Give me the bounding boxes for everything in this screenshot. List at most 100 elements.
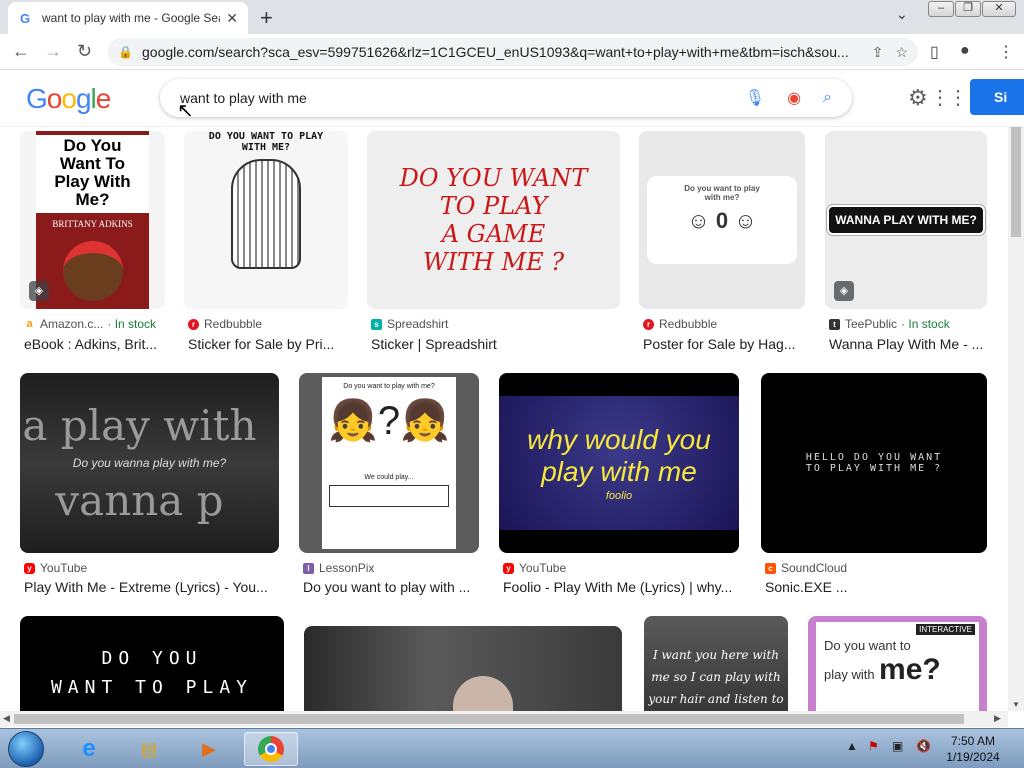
search-box[interactable]: 🎙 ◉ ⌕: [160, 79, 852, 117]
thumb-text: We could play...: [364, 474, 414, 481]
thumb-text: your hair and listen to: [648, 692, 784, 706]
thumb-text: TO PLAY WITH ME ?: [805, 463, 943, 474]
horizontal-scroll-thumb[interactable]: [14, 714, 964, 724]
side-panel-icon[interactable]: ▯: [930, 42, 939, 62]
search-input[interactable]: [180, 90, 723, 106]
soundcloud-favicon-icon: c: [765, 562, 776, 574]
file-explorer-icon[interactable]: ▤: [122, 732, 176, 766]
thumb-text: HELLO DO YOU WANT: [805, 452, 943, 463]
result-caption[interactable]: Do you want to play with ...: [303, 579, 479, 595]
google-header: Google 🎙 ◉ ⌕ ⚙ ⋮⋮⋮ Si: [0, 71, 1024, 127]
result-source[interactable]: t TeePublic · In stock: [829, 317, 950, 331]
result-thumbnail[interactable]: I want you here with me so I can play wi…: [644, 616, 788, 711]
thumb-text: A GAME: [441, 220, 546, 248]
worksheet-card: INTERACTIVE Do you want to play with me?: [816, 622, 979, 711]
result-caption[interactable]: Sticker | Spreadshirt: [371, 336, 621, 352]
result-source[interactable]: s Spreadshirt: [371, 317, 448, 331]
minimize-button[interactable]: –: [928, 1, 954, 17]
result-thumbnail[interactable]: INTERACTIVE Do you want to play with me?: [808, 616, 987, 711]
horizontal-scrollbar[interactable]: ◀ ▶: [0, 711, 1008, 727]
url-text[interactable]: google.com/search?sca_esv=599751626&rlz=…: [142, 44, 860, 60]
thumb-text: Play With: [54, 172, 131, 191]
result-source[interactable]: r Redbubble: [188, 317, 262, 331]
result-thumbnail[interactable]: Do you want to play with me? ☺ 0 ☺: [639, 131, 805, 309]
result-thumbnail[interactable]: HELLO DO YOU WANT TO PLAY WITH ME ?: [761, 373, 987, 553]
vertical-scroll-thumb[interactable]: [1011, 127, 1021, 237]
chrome-taskbar-icon[interactable]: [244, 732, 298, 766]
settings-gear-icon[interactable]: ⚙: [908, 85, 928, 111]
result-thumbnail[interactable]: DO YOU WANT TO PLAY WITH ME?: [184, 131, 348, 309]
clock-time: 7:50 AM: [950, 734, 996, 748]
forward-arrow-icon[interactable]: →: [44, 41, 62, 62]
result-thumbnail[interactable]: DO YOU WANT TO PLAY: [20, 616, 284, 711]
scroll-left-arrow-icon[interactable]: ◀: [3, 713, 10, 724]
start-button[interactable]: [8, 731, 44, 767]
result-thumbnail[interactable]: Do you want to play with me? 👧?👧 We coul…: [299, 373, 479, 553]
result-thumbnail[interactable]: a play with Do you wanna play with me? v…: [20, 373, 279, 553]
vertical-scrollbar[interactable]: ▲ ▼: [1008, 127, 1024, 711]
result-source[interactable]: a Amazon.c... · In stock: [24, 317, 156, 331]
share-icon[interactable]: ⇪: [872, 44, 884, 61]
scroll-right-arrow-icon[interactable]: ▶: [994, 713, 1001, 724]
thumb-text: TO PLAY: [439, 192, 548, 220]
network-icon[interactable]: ▣: [892, 739, 903, 753]
teepublic-favicon-icon: t: [829, 318, 840, 330]
woman-photo: [453, 676, 513, 711]
volume-muted-icon[interactable]: 🔇: [916, 739, 931, 753]
address-bar[interactable]: 🔒 google.com/search?sca_esv=599751626&rl…: [108, 38, 918, 66]
result-caption[interactable]: Sonic.EXE ...: [765, 579, 987, 595]
thumb-text: me?: [879, 653, 941, 686]
action-center-flag-icon[interactable]: ⚑: [868, 739, 879, 753]
stock-status: · In stock: [107, 317, 157, 331]
result-caption[interactable]: Play With Me - Extreme (Lyrics) - You...: [24, 579, 279, 595]
thumb-text: WITH ME ?: [422, 248, 565, 276]
close-window-button[interactable]: ✕: [982, 1, 1016, 17]
lesson-page: Do you want to play with me? 👧?👧 We coul…: [322, 377, 456, 549]
internet-explorer-icon[interactable]: e: [62, 732, 116, 766]
google-logo[interactable]: Google: [26, 83, 111, 115]
show-hidden-icons-icon[interactable]: ▲: [846, 739, 858, 753]
result-caption[interactable]: Poster for Sale by Hag...: [643, 336, 805, 352]
result-thumbnail[interactable]: Do You Want To Play With Me? BRITTANY AD…: [20, 131, 165, 309]
back-arrow-icon[interactable]: ←: [12, 41, 30, 62]
reload-icon[interactable]: ↻: [77, 41, 92, 62]
result-caption[interactable]: Wanna Play With Me - ...: [829, 336, 989, 352]
search-icon[interactable]: ⌕: [823, 89, 832, 107]
result-thumbnail[interactable]: [304, 626, 622, 711]
stock-status: · In stock: [901, 317, 950, 331]
tab-strip: G want to play with me - Google Search ✕…: [0, 0, 1024, 34]
thumb-text: foolio: [605, 490, 633, 502]
result-thumbnail[interactable]: why would you play with me foolio: [499, 373, 739, 553]
result-thumbnail[interactable]: DO YOU WANT TO PLAY A GAME WITH ME ?: [367, 131, 620, 309]
sign-in-button[interactable]: Si: [970, 79, 1024, 115]
scroll-down-arrow-icon[interactable]: ▼: [1012, 700, 1020, 709]
thumb-text: DO YOU WANT: [399, 164, 588, 192]
result-caption[interactable]: Sticker for Sale by Pri...: [188, 336, 348, 352]
tab-search-chevron-icon[interactable]: ⌄: [896, 6, 908, 23]
foolio-frame: why would you play with me foolio: [499, 396, 739, 530]
result-source[interactable]: c SoundCloud: [765, 561, 847, 575]
result-source[interactable]: r Redbubble: [643, 317, 717, 331]
media-player-icon[interactable]: ▶: [182, 732, 236, 766]
boy-illustration: [62, 241, 123, 301]
result-thumbnail[interactable]: WANNA PLAY WITH ME? ◈: [825, 131, 987, 309]
result-caption[interactable]: eBook : Adkins, Brit...: [24, 336, 169, 352]
bookmark-star-icon[interactable]: ☆: [895, 44, 908, 61]
result-source[interactable]: y YouTube: [24, 561, 87, 575]
profile-avatar-icon[interactable]: ●: [960, 42, 970, 60]
lens-camera-icon[interactable]: ◉: [787, 88, 801, 108]
system-clock[interactable]: 7:50 AM 1/19/2024: [940, 733, 1006, 765]
result-caption[interactable]: Foolio - Play With Me (Lyrics) | why...: [503, 579, 739, 595]
tab-google-search[interactable]: G want to play with me - Google Search ✕: [8, 2, 248, 34]
close-tab-icon[interactable]: ✕: [226, 10, 238, 27]
microphone-icon[interactable]: 🎙: [745, 88, 765, 108]
thumb-text: me so I can play with: [651, 670, 781, 684]
shopping-tag-icon: ◈: [29, 281, 49, 301]
menu-kebab-icon[interactable]: ⋮: [998, 42, 1014, 62]
restore-button[interactable]: ❐: [955, 1, 981, 17]
thumb-text: play with me: [541, 456, 697, 487]
new-tab-button[interactable]: +: [260, 5, 273, 31]
result-source[interactable]: l LessonPix: [303, 561, 374, 575]
lock-icon[interactable]: 🔒: [118, 45, 133, 59]
result-source[interactable]: y YouTube: [503, 561, 566, 575]
